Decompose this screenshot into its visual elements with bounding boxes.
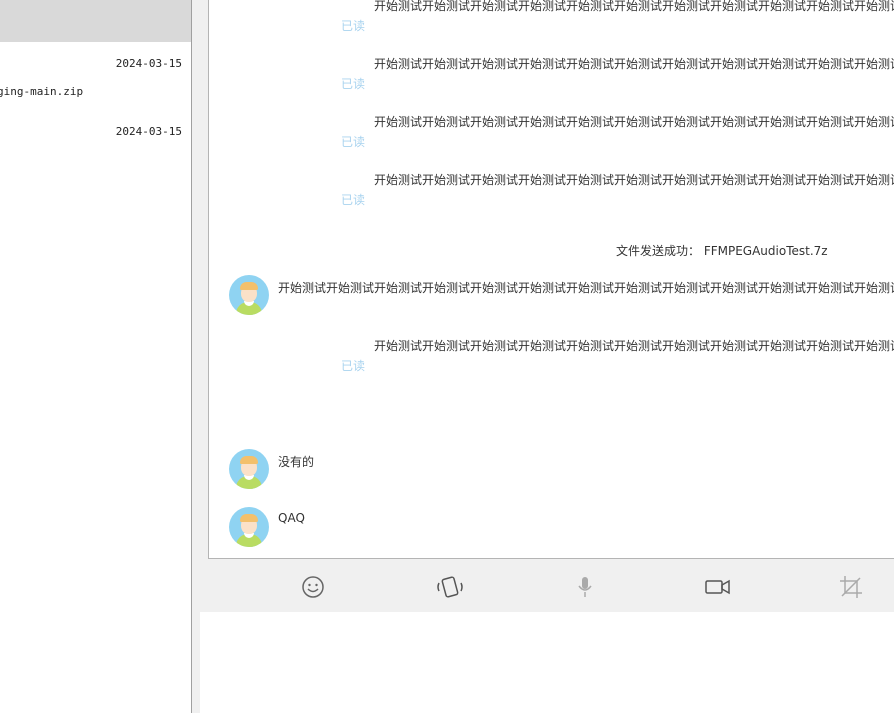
avatar[interactable] bbox=[229, 275, 269, 315]
message-text: 开始测试开始测试开始测试开始测试开始测试开始测试开始测试开始测试开始测试开始测试… bbox=[278, 281, 894, 295]
video-icon[interactable] bbox=[704, 574, 730, 600]
read-status: 已读 bbox=[341, 77, 366, 91]
read-status: 已读 bbox=[341, 359, 366, 373]
conversation-date: 2024-03-15 bbox=[115, 125, 182, 138]
message-text: 没有的 bbox=[278, 455, 315, 469]
message-text: 开始测试开始测试开始测试开始测试开始测试开始测试开始测试开始测试开始测试开始测试… bbox=[374, 173, 894, 187]
conversation-file-preview: ging-main.zip bbox=[0, 85, 84, 98]
conversation-date: 2024-03-15 bbox=[115, 57, 182, 70]
read-status: 已读 bbox=[341, 135, 366, 149]
read-status: 已读 bbox=[341, 19, 366, 33]
message-area[interactable]: 开始测试开始测试开始测试开始测试开始测试开始测试开始测试开始测试开始测试开始测试… bbox=[208, 0, 894, 559]
emoji-icon[interactable] bbox=[300, 574, 326, 600]
input-toolbar bbox=[192, 560, 894, 612]
conversation-item-selected[interactable] bbox=[0, 0, 191, 42]
conversation-list: 2024-03-15 ging-main.zip 2024-03-15 bbox=[0, 0, 191, 713]
read-status: 已读 bbox=[341, 193, 366, 207]
message-text: 开始测试开始测试开始测试开始测试开始测试开始测试开始测试开始测试开始测试开始测试… bbox=[374, 115, 894, 129]
avatar[interactable] bbox=[229, 507, 269, 547]
message-text: 开始测试开始测试开始测试开始测试开始测试开始测试开始测试开始测试开始测试开始测试… bbox=[374, 339, 894, 353]
message-text: QAQ bbox=[278, 511, 305, 525]
screenshot-icon[interactable] bbox=[838, 574, 864, 600]
shake-icon[interactable] bbox=[435, 574, 463, 600]
file-sent-notice: 文件发送成功： FFMPEGAudioTest.7z bbox=[616, 244, 828, 258]
avatar[interactable] bbox=[229, 449, 269, 489]
message-text: 开始测试开始测试开始测试开始测试开始测试开始测试开始测试开始测试开始测试开始测试… bbox=[374, 0, 894, 13]
message-text: 开始测试开始测试开始测试开始测试开始测试开始测试开始测试开始测试开始测试开始测试… bbox=[374, 57, 894, 71]
message-input[interactable] bbox=[200, 612, 894, 713]
microphone-icon[interactable] bbox=[572, 574, 598, 600]
